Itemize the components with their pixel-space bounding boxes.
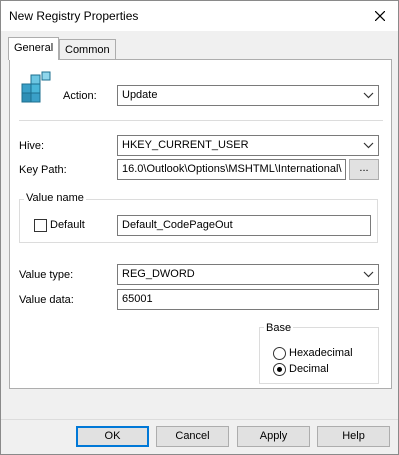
close-button[interactable] <box>368 4 392 28</box>
browse-label: ... <box>359 162 369 174</box>
chevron-down-icon <box>363 271 374 278</box>
tab-general[interactable]: General <box>8 37 60 60</box>
default-checkbox-label: Default <box>50 219 85 231</box>
chevron-down-icon <box>363 92 374 99</box>
value-data-label: Value data: <box>19 294 74 306</box>
chevron-down-icon <box>363 142 374 149</box>
decimal-label: Decimal <box>289 363 329 375</box>
general-panel: Action: Update Hive: HKEY_CURRENT_USER K… <box>9 59 392 389</box>
base-group-label: Base <box>264 322 294 334</box>
key-path-value: 16.0\Outlook\Options\MSHTML\Internationa… <box>122 163 342 175</box>
close-icon <box>375 11 385 21</box>
ok-button[interactable]: OK <box>76 426 149 447</box>
registry-cubes-icon <box>21 71 51 103</box>
apply-button[interactable]: Apply <box>237 426 310 447</box>
default-checkbox[interactable] <box>34 219 47 232</box>
value-name-input[interactable]: Default_CodePageOut <box>117 215 371 236</box>
hive-dropdown[interactable]: HKEY_CURRENT_USER <box>117 135 379 156</box>
value-name-group-label: Value name <box>24 192 86 204</box>
value-name-value: Default_CodePageOut <box>122 219 233 231</box>
title-bar: New Registry Properties <box>1 1 398 31</box>
apply-label: Apply <box>259 430 288 442</box>
help-label: Help <box>342 430 365 442</box>
hexadecimal-radio[interactable] <box>273 347 286 360</box>
key-path-input[interactable]: 16.0\Outlook\Options\MSHTML\Internationa… <box>117 159 346 180</box>
value-type-dropdown[interactable]: REG_DWORD <box>117 264 379 285</box>
action-value: Update <box>122 89 158 101</box>
help-button[interactable]: Help <box>317 426 390 447</box>
value-type-label: Value type: <box>19 269 74 281</box>
value-data-value: 65001 <box>122 293 153 305</box>
value-data-input[interactable]: 65001 <box>117 289 379 310</box>
hexadecimal-label: Hexadecimal <box>289 347 353 359</box>
tab-general-label: General <box>14 42 54 54</box>
separator <box>19 120 383 121</box>
ok-label: OK <box>104 430 121 442</box>
window-title: New Registry Properties <box>9 9 139 23</box>
cancel-label: Cancel <box>175 430 210 442</box>
tab-common-label: Common <box>65 44 110 56</box>
footer-separator <box>1 419 398 420</box>
value-type-value: REG_DWORD <box>122 268 195 280</box>
action-label: Action: <box>63 90 97 102</box>
key-path-label: Key Path: <box>19 164 67 176</box>
cancel-button[interactable]: Cancel <box>156 426 229 447</box>
hive-value: HKEY_CURRENT_USER <box>122 139 249 151</box>
browse-button[interactable]: ... <box>349 159 379 180</box>
decimal-radio[interactable] <box>273 363 286 376</box>
action-dropdown[interactable]: Update <box>117 85 379 106</box>
tab-common[interactable]: Common <box>59 39 116 60</box>
dialog-window: New Registry Properties General Common A… <box>0 0 399 455</box>
hive-label: Hive: <box>19 140 45 152</box>
